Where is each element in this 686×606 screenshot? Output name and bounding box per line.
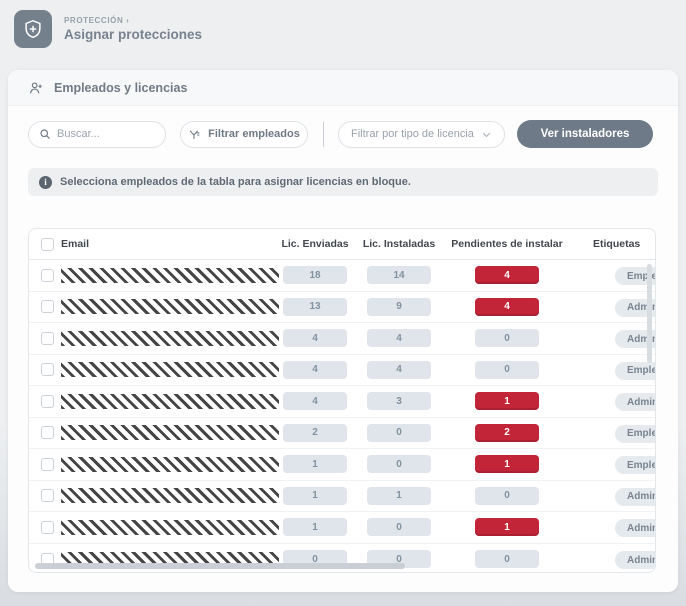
column-header-tags: Etiquetas <box>565 238 655 250</box>
employees-licenses-panel: Empleados y licencias Filtrar empleados … <box>8 70 678 592</box>
pending-badge: 4 <box>475 298 539 316</box>
tag-badge: Empleado <box>615 456 655 474</box>
toolbar-divider <box>323 122 324 147</box>
vertical-scrollbar[interactable] <box>647 264 652 363</box>
sent-badge: 1 <box>283 455 347 473</box>
section-header: Empleados y licencias <box>8 70 678 106</box>
breadcrumb[interactable]: PROTECCIÓN › <box>64 16 202 25</box>
table-row[interactable]: 4 4 0 Empleado <box>29 355 655 387</box>
table-row[interactable]: 18 14 4 Empleado <box>29 260 655 292</box>
row-checkbox[interactable] <box>41 458 54 471</box>
tag-badge: Empleado <box>615 362 655 380</box>
column-header-pending: Pendientes de instalar <box>449 238 565 250</box>
sent-badge: 4 <box>283 392 347 410</box>
table-row[interactable]: 2 0 2 Empleado <box>29 418 655 450</box>
email-redacted <box>61 299 279 314</box>
row-checkbox[interactable] <box>41 332 54 345</box>
pending-badge: 0 <box>475 361 539 379</box>
horizontal-scrollbar[interactable] <box>35 563 405 569</box>
search-box[interactable] <box>28 121 166 148</box>
sent-badge: 4 <box>283 361 347 379</box>
pending-badge: 4 <box>475 266 539 284</box>
shield-plus-icon <box>14 10 52 48</box>
row-checkbox[interactable] <box>41 269 54 282</box>
pending-badge: 0 <box>475 329 539 347</box>
sent-badge: 2 <box>283 424 347 442</box>
employees-table: Email Lic. Enviadas Lic. Instaladas Pend… <box>28 228 656 573</box>
tag-badge: Administra <box>615 488 655 506</box>
filter-icon <box>188 128 201 141</box>
pending-badge: 1 <box>475 392 539 410</box>
pending-badge: 1 <box>475 518 539 536</box>
installed-badge: 3 <box>367 392 431 410</box>
email-redacted <box>61 520 279 535</box>
row-checkbox[interactable] <box>41 300 54 313</box>
tag-badge: Empleado <box>615 425 655 443</box>
table-header-row: Email Lic. Enviadas Lic. Instaladas Pend… <box>29 229 655 260</box>
table-row[interactable]: 13 9 4 Administra <box>29 292 655 324</box>
installed-badge: 0 <box>367 455 431 473</box>
row-checkbox[interactable] <box>41 363 54 376</box>
info-banner: i Selecciona empleados de la tabla para … <box>28 168 658 196</box>
pending-badge: 1 <box>475 455 539 473</box>
section-title: Empleados y licencias <box>54 81 187 95</box>
table-row[interactable]: 1 0 1 Empleado <box>29 449 655 481</box>
select-all-checkbox[interactable] <box>41 238 54 251</box>
email-redacted <box>61 362 279 377</box>
installed-badge: 9 <box>367 298 431 316</box>
tag-badge: Administra <box>615 551 655 569</box>
table-row[interactable]: 1 0 1 Administra <box>29 512 655 544</box>
view-installers-button[interactable]: Ver instaladores <box>517 120 653 148</box>
installed-badge: 4 <box>367 361 431 379</box>
column-header-sent: Lic. Enviadas <box>281 238 349 250</box>
filter-employees-label: Filtrar empleados <box>208 128 300 140</box>
sent-badge: 1 <box>283 518 347 536</box>
sent-badge: 18 <box>283 266 347 284</box>
toolbar: Filtrar empleados Filtrar por tipo de li… <box>28 120 658 148</box>
column-header-installed: Lic. Instaladas <box>349 238 449 250</box>
email-redacted <box>61 425 279 440</box>
row-checkbox[interactable] <box>41 521 54 534</box>
table-row[interactable]: 4 3 1 Administra <box>29 386 655 418</box>
tag-badge: Administra <box>615 519 655 537</box>
installed-badge: 4 <box>367 329 431 347</box>
sent-badge: 4 <box>283 329 347 347</box>
installed-badge: 1 <box>367 487 431 505</box>
sent-badge: 1 <box>283 487 347 505</box>
page-header: PROTECCIÓN › Asignar protecciones <box>14 10 202 48</box>
email-redacted <box>61 331 279 346</box>
email-redacted <box>61 488 279 503</box>
search-icon <box>39 128 51 140</box>
installed-badge: 0 <box>367 518 431 536</box>
table-row[interactable]: 4 4 0 Administra <box>29 323 655 355</box>
email-redacted <box>61 457 279 472</box>
pending-badge: 0 <box>475 487 539 505</box>
email-redacted <box>61 268 279 283</box>
info-banner-text: Selecciona empleados de la tabla para as… <box>60 176 411 188</box>
row-checkbox[interactable] <box>41 395 54 408</box>
chevron-down-icon <box>481 129 492 140</box>
tag-badge: Administra <box>615 393 655 411</box>
row-checkbox[interactable] <box>41 489 54 502</box>
sent-badge: 13 <box>283 298 347 316</box>
installed-badge: 14 <box>367 266 431 284</box>
info-icon: i <box>39 176 52 189</box>
page-title: Asignar protecciones <box>64 27 202 42</box>
email-redacted <box>61 394 279 409</box>
table-row[interactable]: 1 1 0 Administra <box>29 481 655 513</box>
row-checkbox[interactable] <box>41 426 54 439</box>
license-type-placeholder: Filtrar por tipo de licencia <box>351 128 474 140</box>
person-add-icon <box>28 80 44 96</box>
license-type-select[interactable]: Filtrar por tipo de licencia <box>338 121 505 148</box>
column-header-email: Email <box>61 238 281 250</box>
pending-badge: 2 <box>475 424 539 442</box>
filter-employees-button[interactable]: Filtrar empleados <box>180 121 308 148</box>
installed-badge: 0 <box>367 424 431 442</box>
search-input[interactable] <box>57 128 155 140</box>
table-body: 18 14 4 Empleado 13 9 4 Administra 4 4 0… <box>29 260 655 573</box>
pending-badge: 0 <box>475 550 539 568</box>
